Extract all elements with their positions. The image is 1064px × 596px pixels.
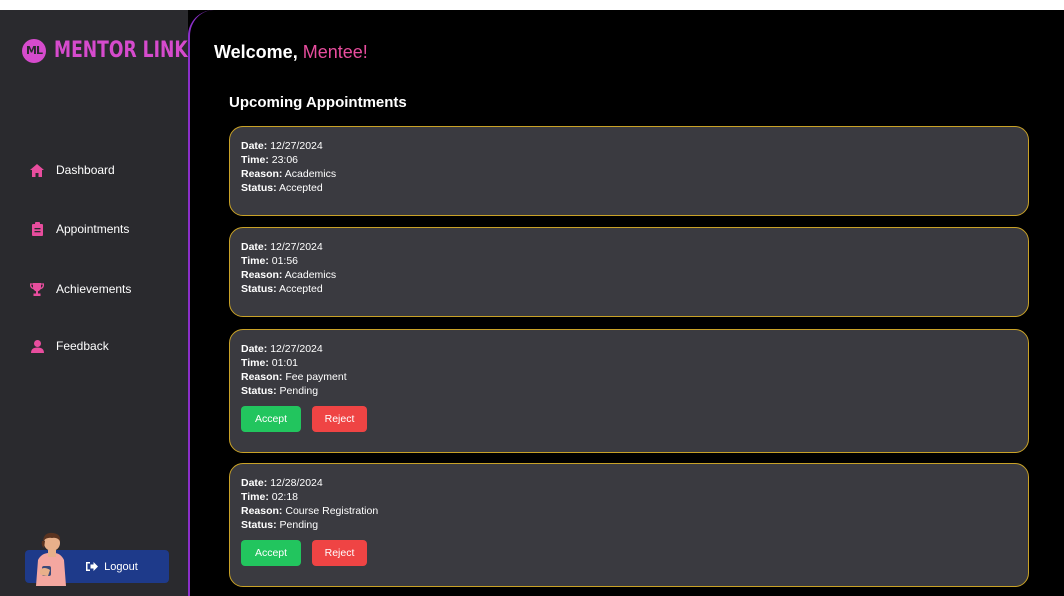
sidebar-item-label: Feedback [56,339,109,353]
appointment-reason: Reason: Academics [241,269,337,281]
reject-button[interactable]: Reject [312,540,367,566]
trophy-icon [30,282,44,296]
appointment-status: Status: Accepted [241,182,323,194]
appointment-reason: Reason: Course Registration [241,505,379,517]
accept-button[interactable]: Accept [241,540,301,566]
appointment-status: Status: Pending [241,519,319,531]
sidebar-item-feedback[interactable]: Feedback [30,336,109,356]
user-icon [30,339,44,353]
sidebar-item-achievements[interactable]: Achievements [30,279,131,299]
accept-button[interactable]: Accept [241,406,301,432]
appointment-time: Time: 02:18 [241,491,299,503]
sidebar-item-dashboard[interactable]: Dashboard [30,160,115,180]
avatar [30,526,78,586]
section-title: Upcoming Appointments [229,94,407,111]
app-window: ML MENTOR LINK Dashboard Appointments Ac… [0,10,1064,596]
reject-button[interactable]: Reject [312,406,367,432]
main-panel: Welcome, Mentee! Upcoming Appointments D… [188,10,1064,596]
appointment-date: Date: 12/27/2024 [241,241,323,253]
brand-name: MENTOR LINK [54,38,188,63]
home-icon [30,163,44,177]
appointment-actions: Accept Reject [241,540,1017,566]
sidebar-item-appointments[interactable]: Appointments [30,219,129,239]
appointment-card: Date: 12/27/2024 Time: 23:06 Reason: Aca… [229,126,1029,216]
appointment-date: Date: 12/28/2024 [241,477,323,489]
appointment-date: Date: 12/27/2024 [241,343,323,355]
appointment-time: Time: 01:01 [241,357,299,369]
appointment-card: Date: 12/27/2024 Time: 01:56 Reason: Aca… [229,227,1029,317]
appointment-card: Date: 12/27/2024 Time: 01:01 Reason: Fee… [229,329,1029,453]
page-title: Welcome, Mentee! [214,42,368,62]
appointment-actions: Accept Reject [241,406,1017,432]
appointment-reason: Reason: Fee payment [241,371,347,383]
logout-icon [86,561,99,572]
user-name: Mentee! [302,42,368,62]
sidebar-item-label: Appointments [56,222,130,236]
logo-icon: ML [22,38,46,63]
sidebar-item-label: Dashboard [56,163,115,177]
sidebar: ML MENTOR LINK Dashboard Appointments Ac… [0,10,188,596]
clipboard-icon [30,222,44,236]
sidebar-item-label: Achievements [56,282,132,296]
appointment-time: Time: 23:06 [241,154,299,166]
appointment-reason: Reason: Academics [241,168,337,180]
logout-label: Logout [104,560,138,573]
appointment-status: Status: Pending [241,385,319,397]
appointment-card: Date: 12/28/2024 Time: 02:18 Reason: Cou… [229,463,1029,587]
appointment-status: Status: Accepted [241,283,323,295]
appointment-date: Date: 12/27/2024 [241,140,323,152]
appointment-time: Time: 01:56 [241,255,299,267]
